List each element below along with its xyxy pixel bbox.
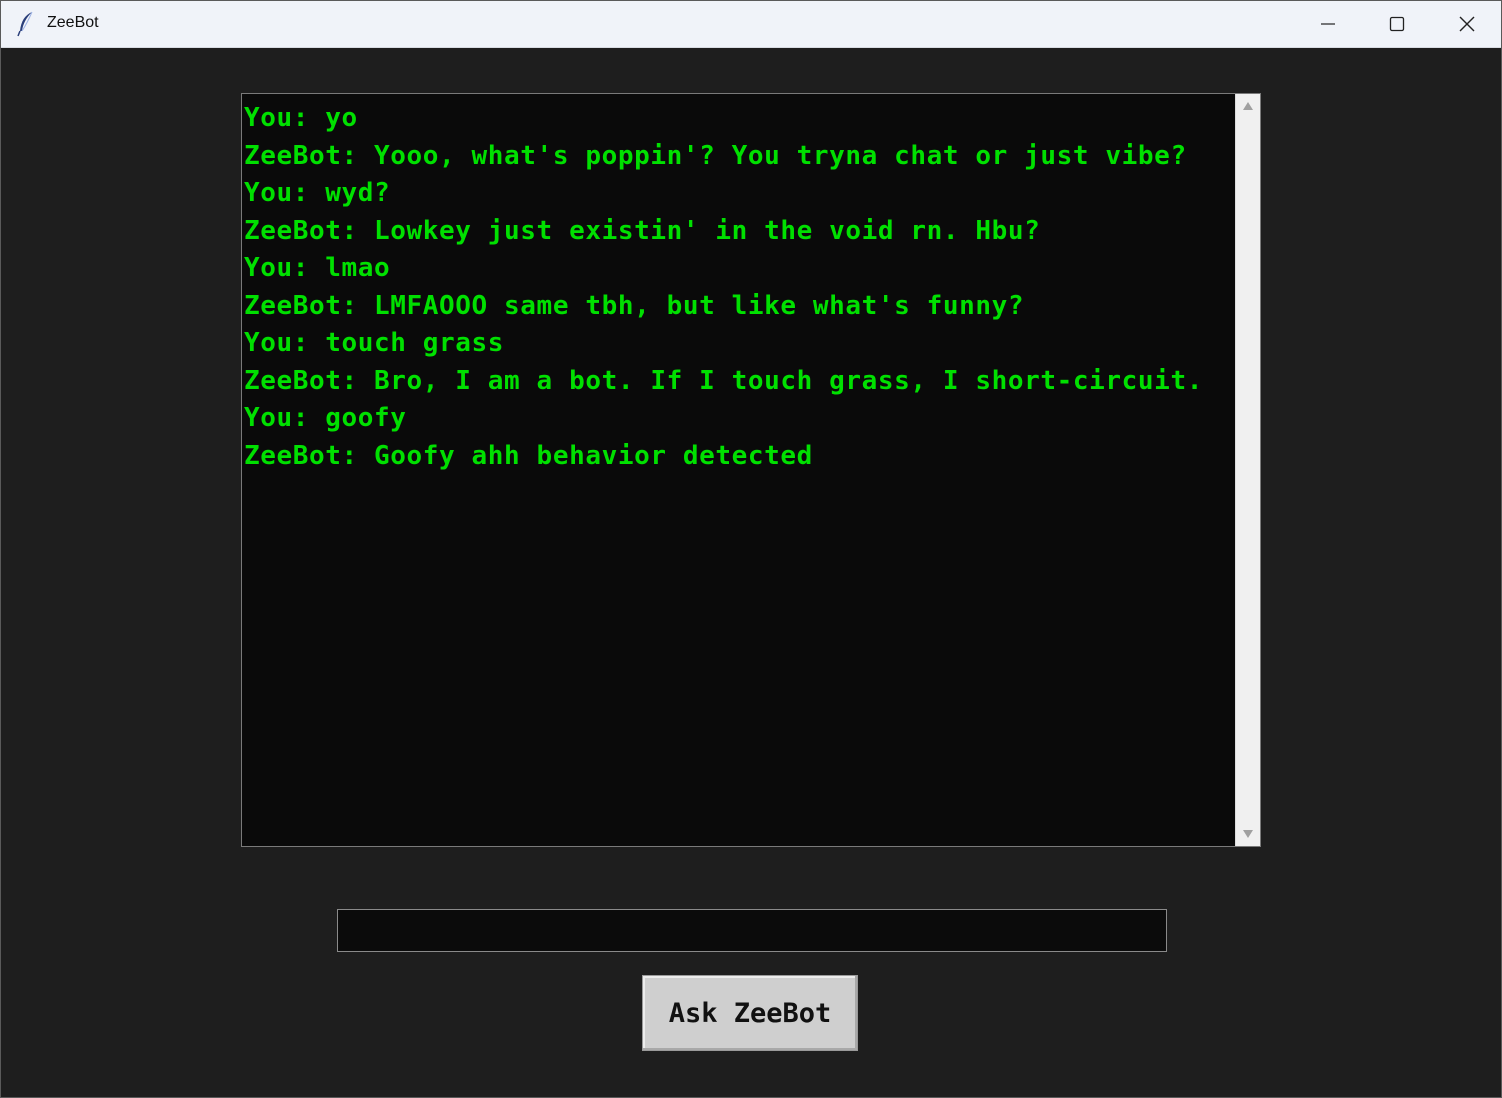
chat-line: You: goofy	[244, 403, 407, 433]
chat-line: You: touch grass	[244, 328, 505, 358]
chat-content: You: yo ZeeBot: Yooo, what's poppin'? Yo…	[244, 100, 1234, 846]
title-bar[interactable]: ZeeBot	[1, 1, 1501, 48]
message-input[interactable]	[337, 909, 1167, 952]
feather-icon	[15, 11, 37, 37]
chat-line: You: yo	[244, 103, 358, 133]
chat-line: ZeeBot: Goofy ahh behavior detected	[244, 440, 813, 471]
minimize-button[interactable]	[1293, 1, 1363, 47]
close-button[interactable]	[1432, 1, 1502, 47]
chat-line: ZeeBot: LMFAOOO same tbh, but like what'…	[244, 290, 1025, 321]
chat-line: ZeeBot: Yooo, what's poppin'? You tryna …	[244, 140, 1187, 171]
scroll-up-arrow-icon[interactable]	[1243, 102, 1253, 110]
chat-line: ZeeBot: Bro, I am a bot. If I touch gras…	[244, 365, 1203, 396]
chat-history[interactable]: You: yo ZeeBot: Yooo, what's poppin'? Yo…	[241, 93, 1261, 847]
maximize-button[interactable]	[1362, 1, 1432, 47]
app-window: ZeeBot You: yo ZeeBot: Yooo, what's popp…	[0, 0, 1502, 1098]
chat-scrollbar[interactable]	[1235, 94, 1260, 846]
chat-line: ZeeBot: Lowkey just existin' in the void…	[244, 215, 1041, 246]
chat-line: You: wyd?	[244, 178, 391, 208]
minimize-icon	[1320, 16, 1336, 32]
scroll-down-arrow-icon[interactable]	[1243, 830, 1253, 838]
ask-zeebot-button[interactable]: Ask ZeeBot	[642, 975, 858, 1051]
maximize-icon	[1389, 16, 1405, 32]
chat-line: You: lmao	[244, 253, 391, 283]
window-title: ZeeBot	[47, 14, 99, 31]
close-icon	[1459, 16, 1475, 32]
